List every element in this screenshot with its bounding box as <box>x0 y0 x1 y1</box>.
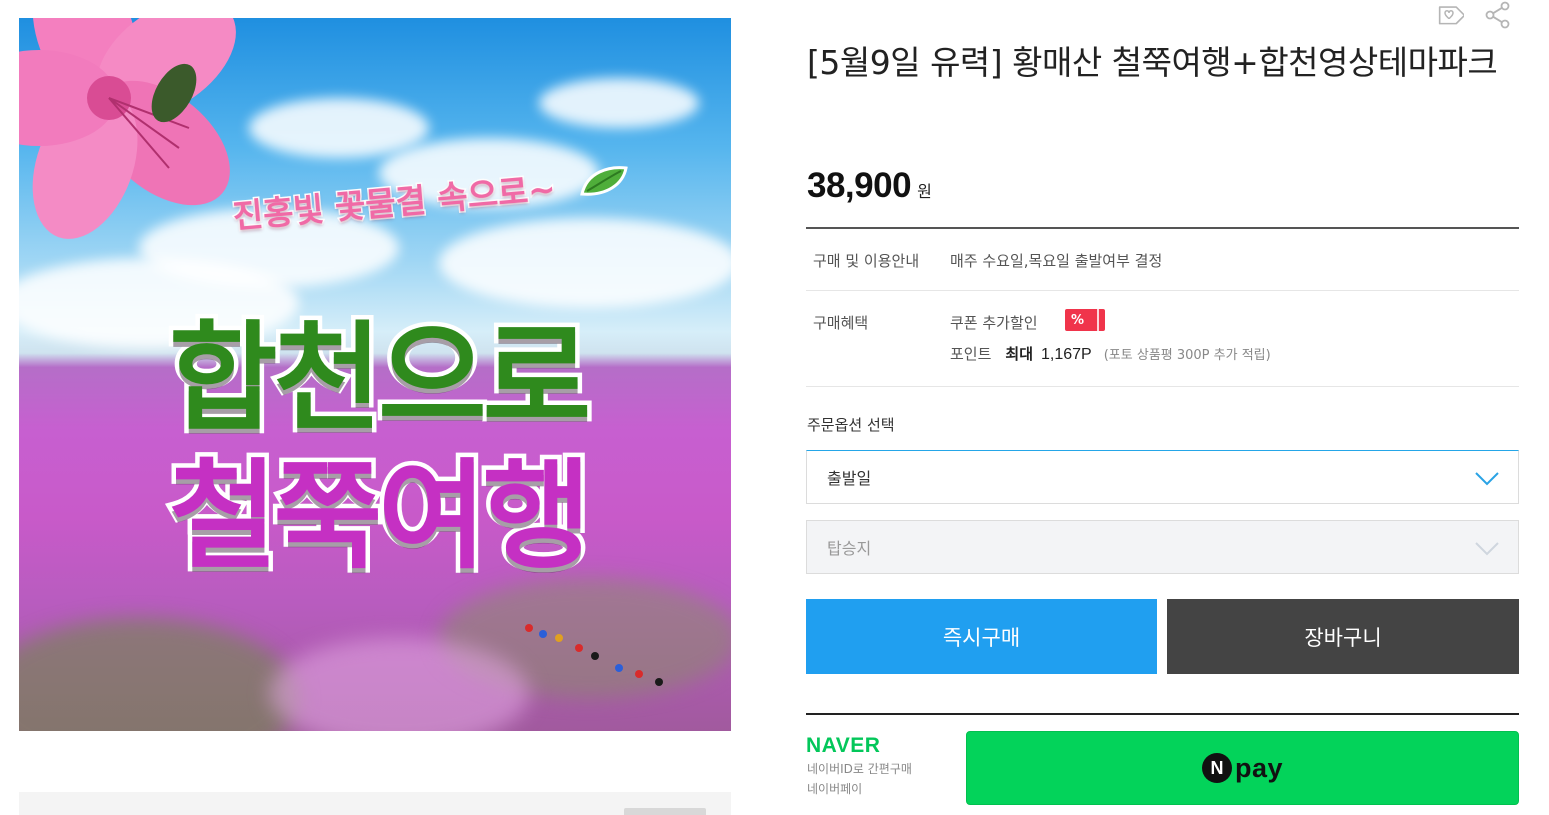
price-unit: 원 <box>917 182 932 201</box>
add-to-cart-button[interactable]: 장바구니 <box>1167 599 1519 674</box>
naver-pay-label: pay <box>1234 752 1284 783</box>
naver-sub-text: 네이버페이 <box>807 782 863 796</box>
product-title: [5월9일 유력] 황매산 철쭉여행+합천영상테마파크 <box>807 43 1498 82</box>
image-headline-line2: 철쭉여행 <box>164 443 595 590</box>
usage-text: 매주 수요일,목요일 출발여부 결정 <box>950 252 1163 270</box>
wishlist-button[interactable] <box>1432 0 1464 30</box>
divider <box>806 386 1519 387</box>
point-row: 포인트 최대 1,167P (포토 상품평 300P 추가 적립) <box>950 343 1271 364</box>
product-image[interactable]: 진홍빛 꽃물결 속으로~ 합천으로 철쭉여행 <box>19 18 731 731</box>
coupon-text: 쿠폰 추가할인 <box>950 314 1038 332</box>
naver-sub-text: 네이버ID로 간편구매 <box>807 762 912 776</box>
thumbnail-button[interactable] <box>624 808 706 815</box>
divider <box>806 227 1519 229</box>
naver-logo: NAVER <box>806 734 881 757</box>
chevron-down-icon <box>1475 542 1499 556</box>
buy-now-button[interactable]: 즉시구매 <box>806 599 1157 674</box>
point-value: 1,167P <box>1041 346 1092 363</box>
boarding-place-select[interactable]: 탑승지 <box>806 520 1519 574</box>
point-note: (포토 상품평 300P 추가 적립) <box>1103 348 1271 363</box>
price-row: 38,900 원 <box>807 166 932 206</box>
chevron-down-icon <box>1475 472 1499 486</box>
tag-heart-icon <box>1438 6 1464 25</box>
image-thumbnail-strip <box>19 792 731 815</box>
field-patch <box>19 618 299 731</box>
boarding-place-placeholder: 탑승지 <box>827 539 872 558</box>
option-heading: 주문옵션 선택 <box>807 416 895 434</box>
benefit-label: 구매혜택 <box>813 314 869 332</box>
coupon-percent-icon: % <box>1071 312 1085 328</box>
divider <box>806 713 1519 715</box>
naver-n-icon: N <box>1201 753 1232 783</box>
point-max: 최대 <box>1005 345 1034 363</box>
price-value: 38,900 <box>807 166 912 205</box>
naver-pay-button[interactable]: N pay <box>966 731 1519 805</box>
departure-date-placeholder: 출발일 <box>827 469 872 488</box>
share-button[interactable] <box>1482 0 1514 30</box>
share-icon <box>1485 1 1510 29</box>
usage-label: 구매 및 이용안내 <box>813 252 920 270</box>
leaf-icon <box>580 166 628 196</box>
hikers-illustration <box>525 624 663 686</box>
cloud-shape <box>539 78 699 128</box>
divider <box>806 290 1519 291</box>
departure-date-select[interactable]: 출발일 <box>806 450 1519 504</box>
coupon-badge[interactable]: % <box>1065 309 1105 331</box>
point-label: 포인트 <box>950 345 992 363</box>
